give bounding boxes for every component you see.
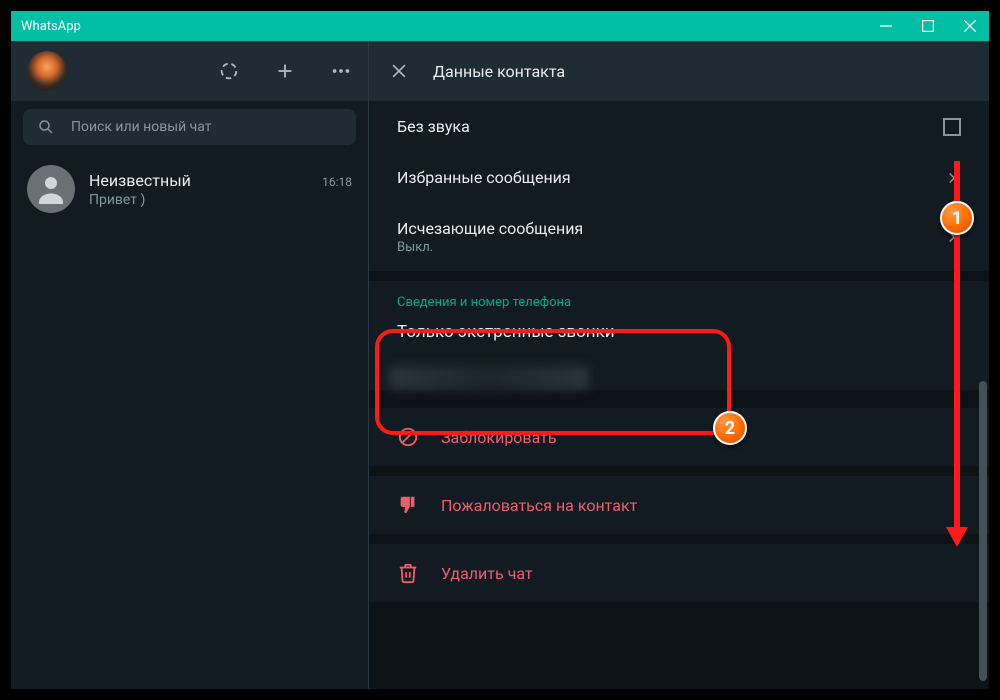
chat-text: Неизвестный 16:18 Привет ) [89, 169, 352, 210]
chat-list: Неизвестный 16:18 Привет ) [11, 153, 368, 689]
annotation-badge-1: 1 [940, 201, 974, 235]
my-avatar[interactable] [27, 51, 67, 91]
minimize-button[interactable] [877, 17, 895, 35]
menu-icon[interactable] [330, 60, 352, 82]
trash-icon [397, 562, 419, 584]
settings-section: Без звука Избранные сообщения Исчезающие… [369, 101, 989, 271]
block-row[interactable]: Заблокировать [369, 408, 989, 466]
mute-checkbox[interactable] [943, 118, 961, 136]
search-wrap [11, 101, 368, 153]
delete-chat-row[interactable]: Удалить чат [369, 544, 989, 602]
delete-label: Удалить чат [441, 564, 533, 583]
search-input[interactable] [71, 119, 342, 135]
annotation-arrow-head [946, 527, 968, 547]
new-chat-icon[interactable] [274, 60, 296, 82]
phone-number-blurred [389, 366, 589, 390]
disappearing-value: Выкл. [397, 240, 583, 255]
left-header [11, 41, 368, 101]
panel-title: Данные контакта [433, 62, 565, 81]
info-section: Сведения и номер телефона Только экстрен… [369, 281, 989, 390]
block-icon [397, 426, 419, 448]
disappearing-label: Исчезающие сообщения [397, 219, 583, 238]
content: Неизвестный 16:18 Привет ) Данные контак… [11, 41, 989, 689]
starred-label: Избранные сообщения [397, 168, 571, 187]
window-controls [877, 17, 979, 35]
info-section-label: Сведения и номер телефона [369, 281, 989, 316]
close-panel-icon[interactable] [389, 61, 409, 81]
contact-info-scroll[interactable]: Без звука Избранные сообщения Исчезающие… [369, 101, 989, 689]
block-label: Заблокировать [441, 428, 557, 447]
close-button[interactable] [961, 17, 979, 35]
actions-section: Заблокировать [369, 408, 989, 466]
thumbs-down-icon [397, 494, 419, 516]
scrollbar[interactable] [979, 381, 987, 681]
chat-preview: Привет ) [89, 192, 352, 208]
search-icon [37, 118, 55, 136]
report-row[interactable]: Пожаловаться на контакт [369, 476, 989, 534]
app-title: WhatsApp [21, 19, 81, 34]
report-label: Пожаловаться на контакт [441, 496, 637, 515]
titlebar: WhatsApp [11, 11, 989, 41]
maximize-button[interactable] [919, 17, 937, 35]
status-icon[interactable] [218, 60, 240, 82]
contact-info-header: Данные контакта [369, 41, 989, 101]
info-status-text: Только экстренные звонки [369, 316, 989, 360]
report-section: Пожаловаться на контакт [369, 476, 989, 534]
search-bar[interactable] [23, 109, 356, 145]
left-pane: Неизвестный 16:18 Привет ) [11, 41, 369, 689]
chat-time: 16:18 [322, 175, 352, 189]
annotation-badge-2: 2 [713, 411, 747, 445]
delete-section: Удалить чат [369, 544, 989, 602]
app-window: WhatsApp [10, 10, 990, 690]
chat-item[interactable]: Неизвестный 16:18 Привет ) [11, 153, 368, 225]
mute-row[interactable]: Без звука [369, 101, 989, 152]
mute-label: Без звука [397, 117, 470, 136]
disappearing-row[interactable]: Исчезающие сообщения Выкл. [369, 203, 989, 271]
right-pane: Данные контакта Без звука Избранные сооб… [369, 41, 989, 689]
starred-row[interactable]: Избранные сообщения [369, 152, 989, 203]
contact-avatar [27, 165, 75, 213]
chat-name: Неизвестный [89, 171, 191, 190]
